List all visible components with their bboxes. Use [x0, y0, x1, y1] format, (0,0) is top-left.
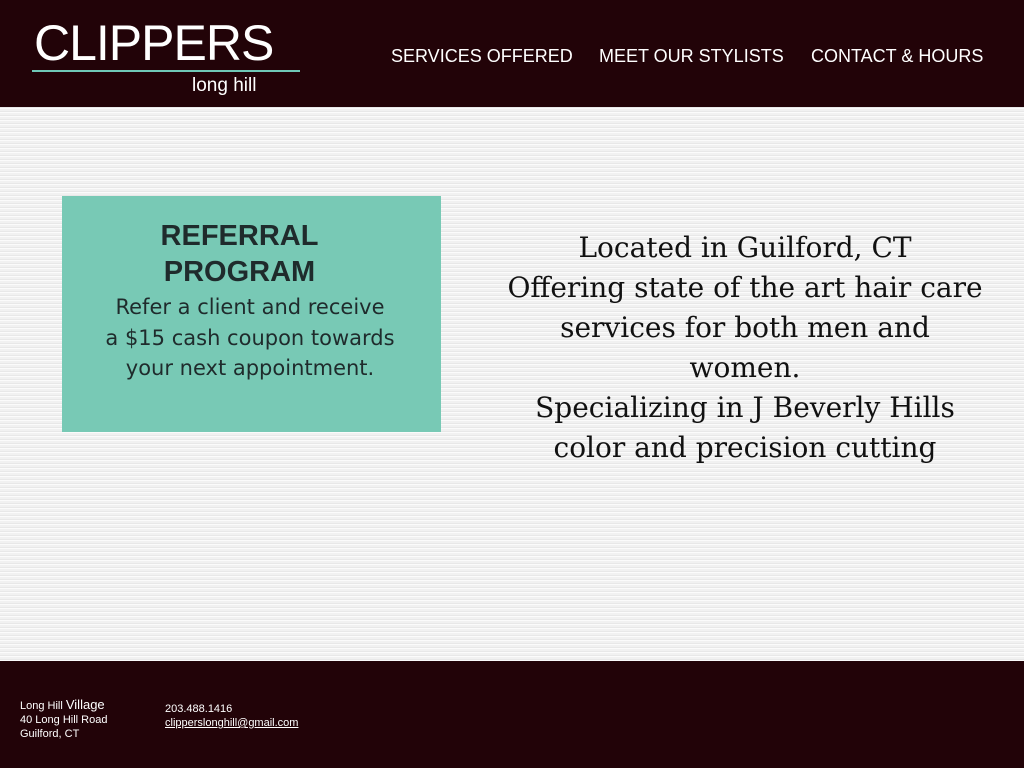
nav-contact-hours[interactable]: CONTACT & HOURS: [811, 47, 983, 65]
salon-description: Located in Guilford, CT Offering state o…: [500, 228, 990, 468]
address-prefix: Long Hill: [20, 700, 66, 712]
logo-wordmark: CLIPPERS: [34, 15, 274, 71]
referral-body-line-2: a $15 cash coupon towards: [105, 326, 395, 350]
description-line: services for both men and: [560, 311, 930, 344]
address-village: Village: [65, 697, 105, 712]
site-logo[interactable]: CLIPPERS long hill: [32, 16, 302, 100]
description-line: Located in Guilford, CT: [578, 231, 912, 264]
referral-title-line-1: REFERRAL: [160, 220, 319, 252]
address-city: Guilford, CT: [20, 728, 80, 740]
site-footer: Long Hill Village 40 Long Hill Road Guil…: [0, 661, 1024, 768]
description-line: color and precision cutting: [553, 431, 937, 464]
description-line: women.: [689, 351, 801, 384]
referral-program-image: REFERRAL PROGRAM Refer a client and rece…: [62, 196, 441, 432]
referral-body-line-1: Refer a client and receive: [115, 295, 385, 319]
address-village-line: Long Hill Village: [20, 698, 107, 713]
nav-meet-our-stylists[interactable]: MEET OUR STYLISTS: [599, 47, 784, 65]
referral-title-line-2: PROGRAM: [163, 256, 316, 288]
site-header: CLIPPERS long hill SERVICES OFFERED MEET…: [0, 0, 1024, 107]
logo-underline: [32, 70, 300, 72]
logo-subtitle: long hill: [192, 75, 257, 96]
footer-phone: 203.488.1416: [165, 703, 233, 715]
footer-address: Long Hill Village 40 Long Hill Road Guil…: [20, 698, 107, 741]
description-line: Specializing in J Beverly Hills: [535, 391, 955, 424]
address-street: 40 Long Hill Road: [20, 714, 108, 726]
footer-email-link[interactable]: clipperslonghill@gmail.com: [165, 716, 298, 730]
main-content: REFERRAL PROGRAM Refer a client and rece…: [0, 107, 1024, 661]
footer-contact: 203.488.1416 clipperslonghill@gmail.com: [165, 702, 298, 730]
referral-body-line-3: your next appointment.: [125, 356, 375, 380]
description-line: Offering state of the art hair care: [507, 271, 983, 304]
nav-services-offered[interactable]: SERVICES OFFERED: [391, 47, 573, 65]
